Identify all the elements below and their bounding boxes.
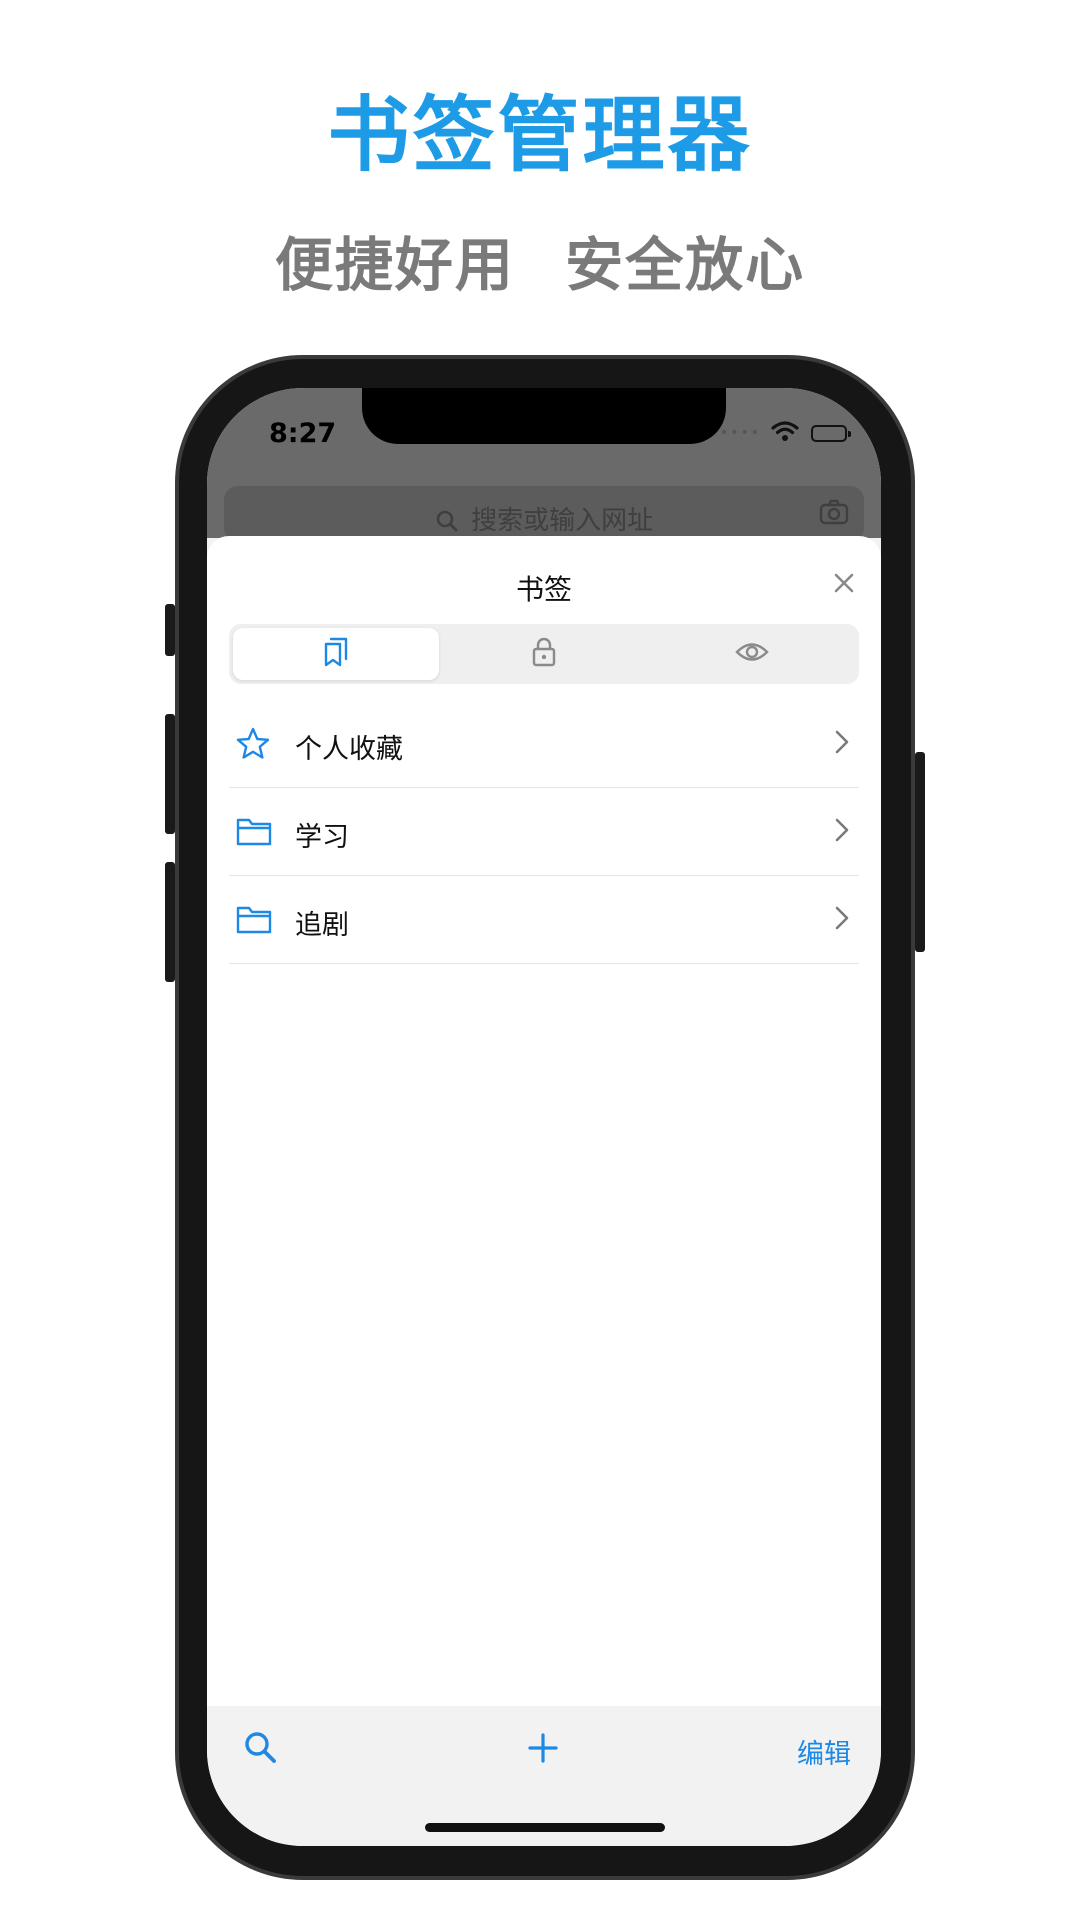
- volume-down-button: [165, 862, 175, 982]
- list-item-label: 追剧: [295, 910, 349, 941]
- list-item-favorites[interactable]: 个人收藏: [229, 700, 859, 788]
- battery-icon: [811, 424, 851, 442]
- list-item-label: 个人收藏: [295, 734, 403, 765]
- power-button: [915, 752, 925, 952]
- list-item-folder[interactable]: 追剧: [229, 876, 859, 964]
- segmented-control: [229, 624, 859, 684]
- eye-icon: [735, 640, 769, 668]
- folder-icon: [235, 814, 273, 852]
- search-icon: [435, 506, 471, 536]
- url-placeholder: 搜索或输入网址: [471, 506, 654, 536]
- chevron-right-icon: [833, 816, 851, 848]
- list-item-folder[interactable]: 学习: [229, 788, 859, 876]
- tab-bookmarks[interactable]: [233, 628, 439, 680]
- status-icons: ••••: [719, 418, 851, 448]
- camera-icon[interactable]: [818, 496, 850, 532]
- notch: [362, 388, 726, 444]
- status-time: 8:27: [269, 418, 337, 449]
- promo-title: 书签管理器: [327, 88, 753, 183]
- url-bar[interactable]: 搜索或输入网址: [224, 486, 864, 542]
- add-icon[interactable]: [525, 1730, 561, 1770]
- list-item-label: 学习: [295, 822, 349, 853]
- phone-screen: 8:27 •••• 搜索或输入网址 书签 个人收藏 学习 追剧 编辑: [207, 388, 881, 1846]
- silent-switch: [165, 604, 175, 656]
- chevron-right-icon: [833, 728, 851, 760]
- sheet-title: 书签: [515, 573, 572, 606]
- lock-icon: [531, 636, 557, 672]
- close-icon[interactable]: [829, 568, 859, 598]
- volume-up-button: [165, 714, 175, 834]
- edit-button[interactable]: 编辑: [797, 1732, 851, 1771]
- tab-private[interactable]: [441, 628, 647, 680]
- bookmarks-sheet: 书签 个人收藏 学习 追剧: [207, 536, 881, 1706]
- promo-subtitle: 便捷好用 安全放心: [274, 231, 806, 299]
- star-icon: [235, 726, 271, 766]
- wifi-icon: [771, 420, 799, 446]
- home-indicator: [425, 1823, 665, 1832]
- signal-dots: ••••: [719, 425, 761, 441]
- chevron-right-icon: [833, 904, 851, 936]
- tab-history[interactable]: [649, 628, 855, 680]
- folder-icon: [235, 902, 273, 940]
- search-icon[interactable]: [241, 1728, 281, 1772]
- bookmarks-icon: [322, 636, 350, 672]
